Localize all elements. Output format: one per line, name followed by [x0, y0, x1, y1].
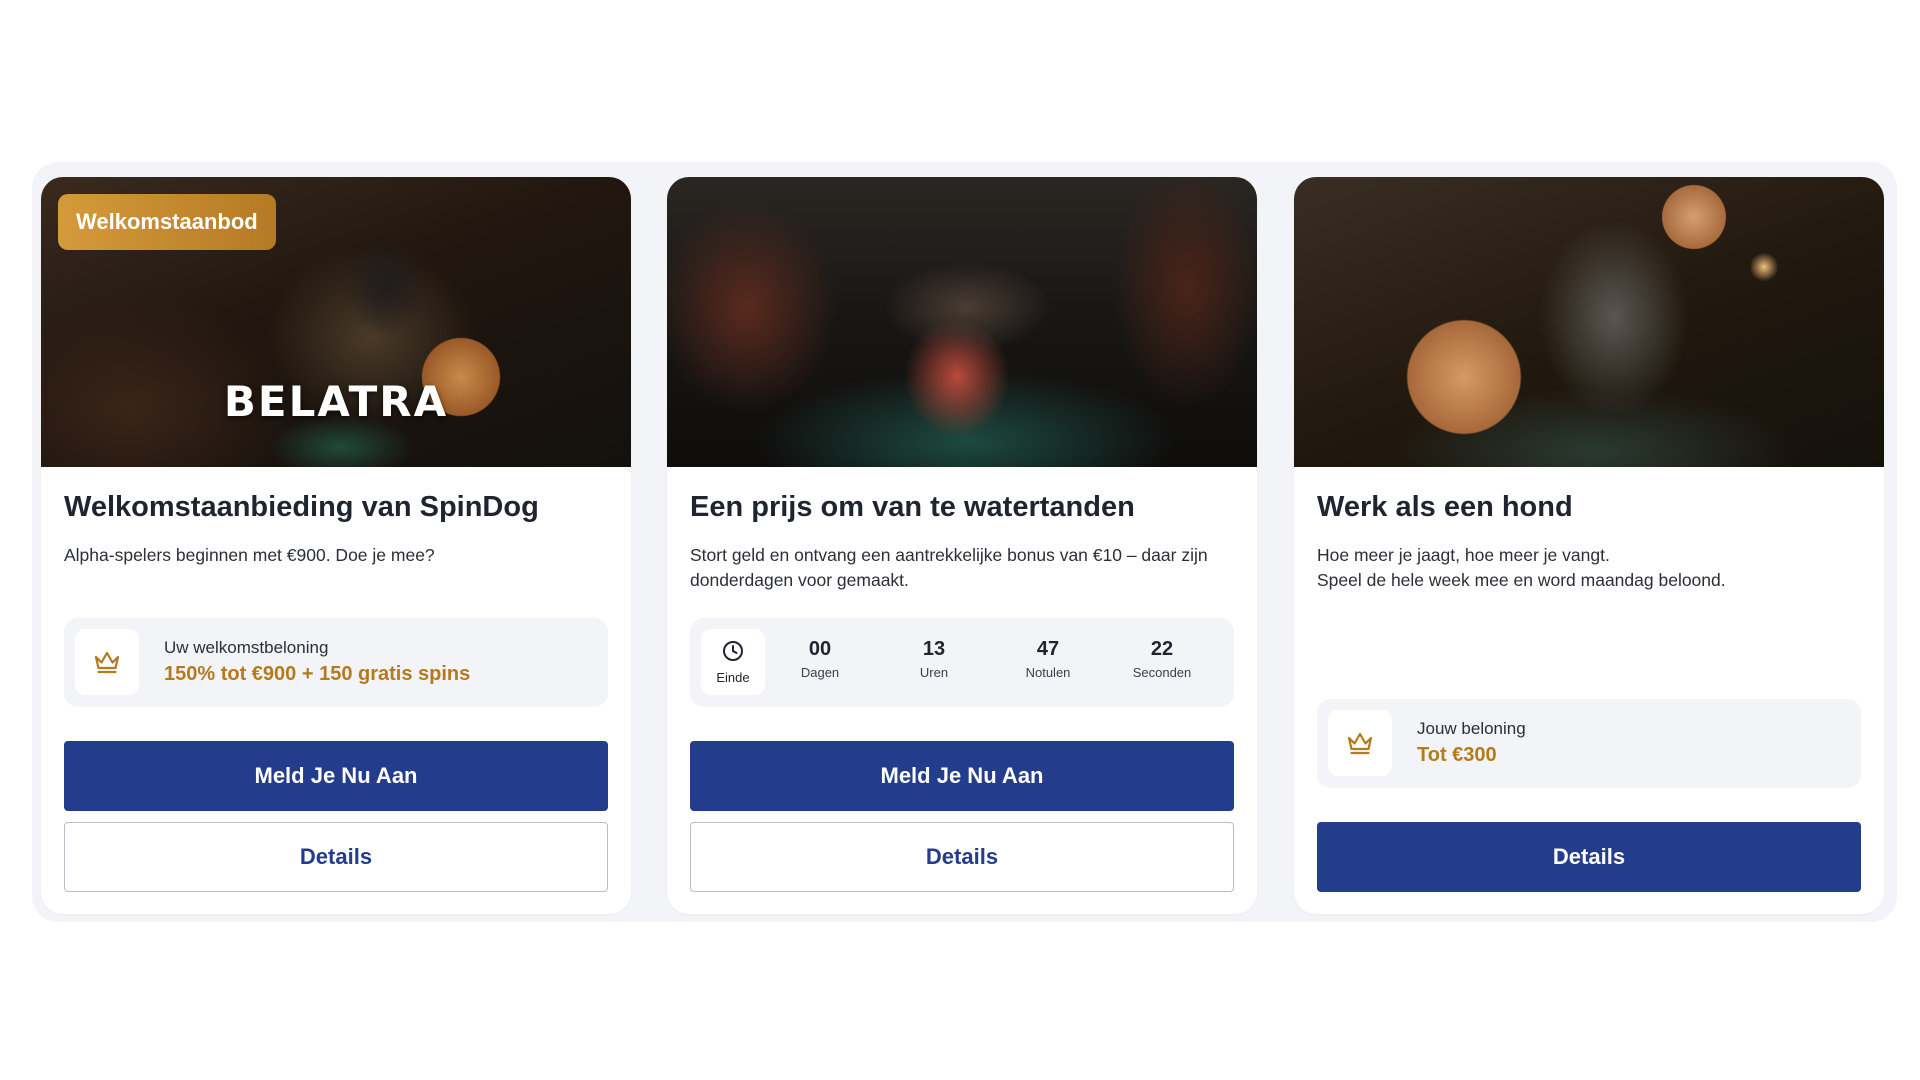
reward-value: 150% tot €900 + 150 gratis spins	[164, 663, 471, 685]
card-title: Een prijs om van te watertanden	[690, 491, 1135, 523]
promo-image-weekly	[1294, 177, 1884, 467]
timer-seconds: 22 Seconden	[1117, 638, 1207, 680]
details-button[interactable]: Details	[1317, 822, 1861, 892]
promo-image-thursday	[667, 177, 1257, 467]
details-button[interactable]: Details	[690, 822, 1234, 892]
timer-hours-label: Uren	[919, 665, 949, 680]
timer-end-tile: Einde	[701, 629, 765, 695]
reward-label: Jouw beloning	[1417, 719, 1526, 738]
card-description-line-1: Hoe meer je jaagt, hoe meer je vangt.	[1317, 545, 1610, 565]
promo-card-welcome: Welkomstaanbod BELATRA Welkomstaanbiedin…	[41, 177, 631, 914]
belatra-logo-text: BELATRA	[223, 377, 449, 426]
reward-value: Tot €300	[1417, 744, 1497, 766]
reward-box: Jouw beloning Tot €300	[1317, 699, 1861, 788]
promo-card-weekly: Werk als een hond Hoe meer je jaagt, hoe…	[1294, 177, 1884, 914]
card-description: Hoe meer je jaagt, hoe meer je vangt. Sp…	[1317, 543, 1862, 593]
card-description: Stort geld en ontvang een aantrekkelijke…	[690, 545, 1208, 590]
timer-seconds-value: 22	[1150, 638, 1174, 660]
timer-minutes: 47 Notulen	[1003, 638, 1093, 680]
card-title: Welkomstaanbieding van SpinDog	[64, 491, 539, 523]
welcome-offer-badge: Welkomstaanbod	[58, 194, 276, 250]
countdown-timer: Einde 00 Dagen 13 Uren 47 Notulen 22 Sec…	[690, 618, 1234, 707]
reward-box: Uw welkomstbeloning 150% tot €900 + 150 …	[64, 618, 608, 707]
timer-hours: 13 Uren	[889, 638, 979, 680]
sign-up-button[interactable]: Meld Je Nu Aan	[690, 741, 1234, 811]
promo-card-thursday: Een prijs om van te watertanden Stort ge…	[667, 177, 1257, 914]
crown-icon	[1328, 710, 1392, 776]
crown-icon	[75, 629, 139, 695]
timer-days: 00 Dagen	[775, 638, 865, 680]
timer-minutes-label: Notulen	[1025, 665, 1071, 680]
card-description: Alpha-spelers beginnen met €900. Doe je …	[64, 545, 435, 565]
timer-end-label: Einde	[716, 669, 750, 685]
timer-seconds-label: Seconden	[1132, 665, 1192, 680]
reward-label: Uw welkomstbeloning	[164, 638, 329, 657]
timer-minutes-value: 47	[1036, 638, 1060, 660]
card-title: Werk als een hond	[1317, 491, 1573, 523]
card-description-line-2: Speel de hele week mee en word maandag b…	[1317, 570, 1726, 590]
sign-up-button[interactable]: Meld Je Nu Aan	[64, 741, 608, 811]
details-button[interactable]: Details	[64, 822, 608, 892]
timer-days-value: 00	[808, 638, 832, 660]
promo-image-welcome: Welkomstaanbod BELATRA	[41, 177, 631, 467]
clock-icon	[722, 640, 744, 667]
timer-hours-value: 13	[922, 638, 946, 660]
timer-days-label: Dagen	[800, 665, 840, 680]
